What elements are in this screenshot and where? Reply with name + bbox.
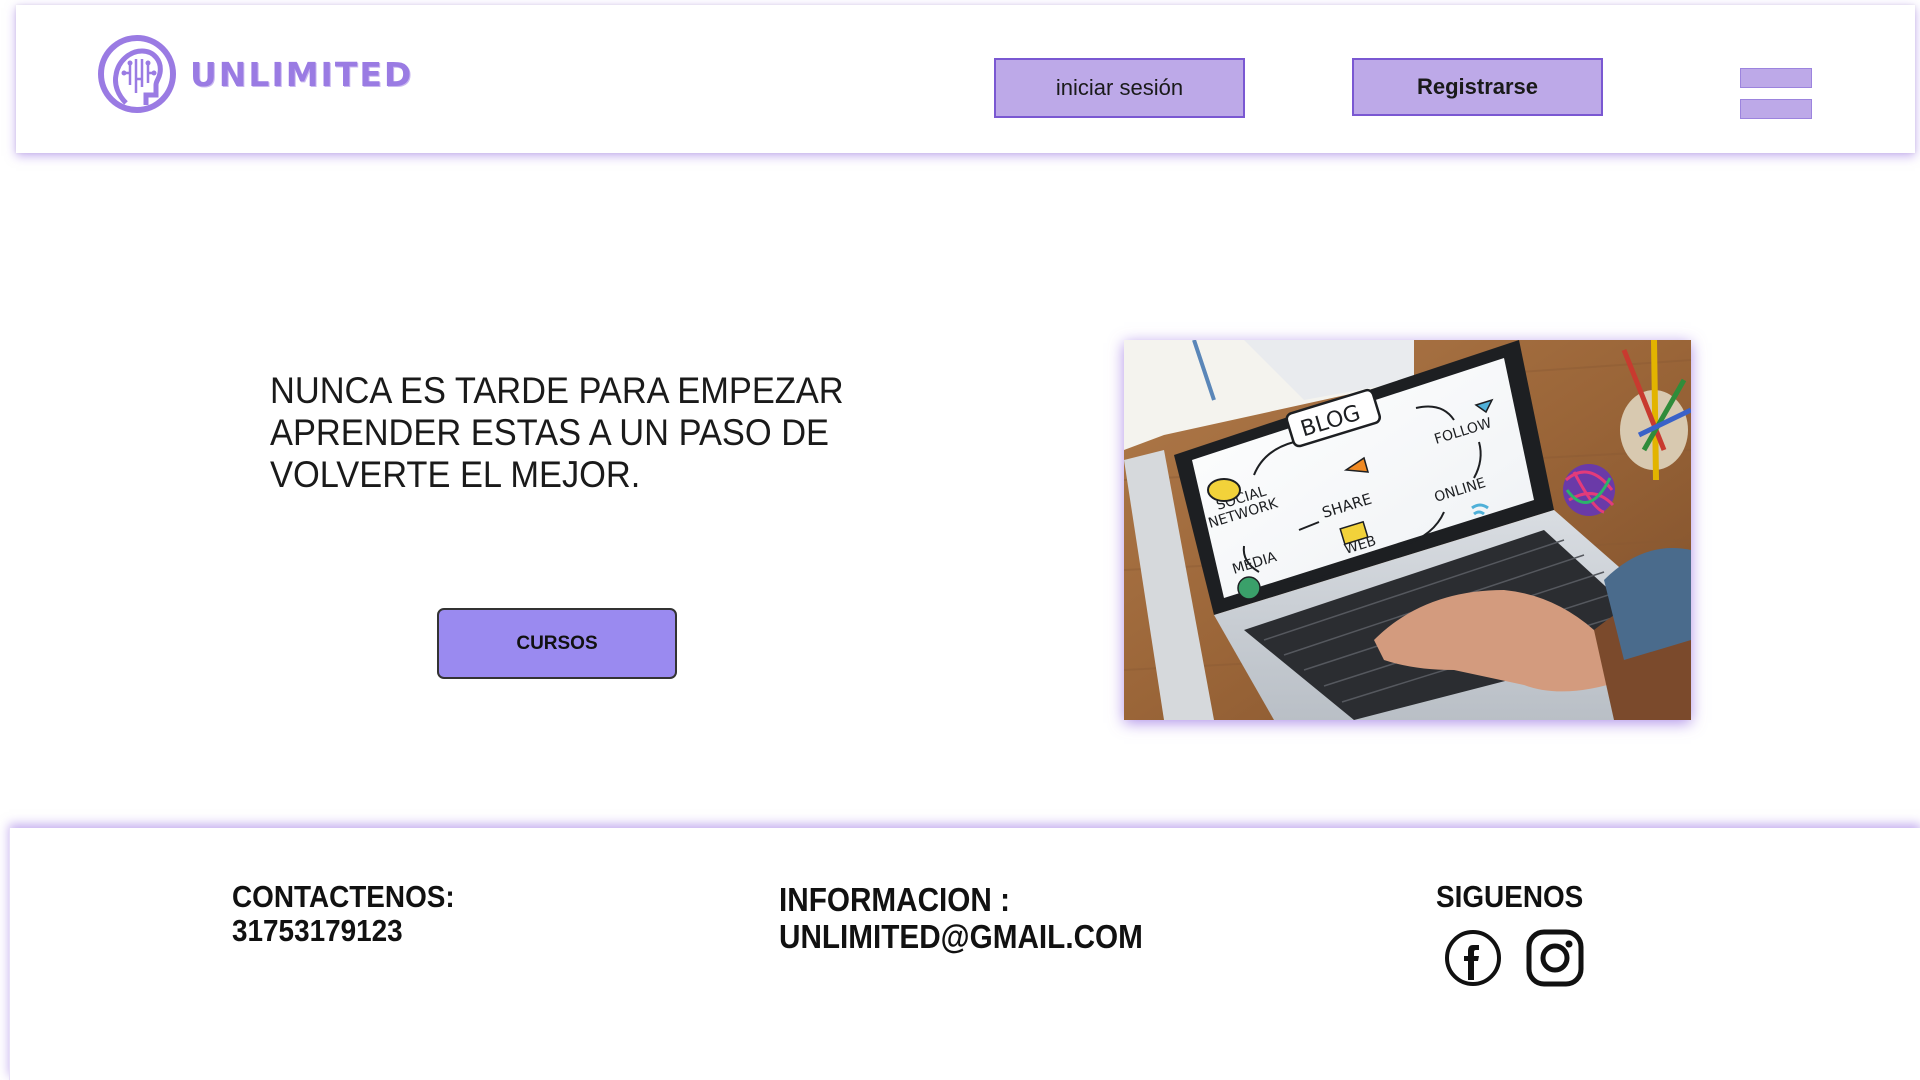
- info-email[interactable]: UNLIMITED@GMAIL.COM: [779, 918, 1143, 955]
- register-button[interactable]: Registrarse: [1352, 58, 1603, 116]
- facebook-icon[interactable]: [1443, 928, 1503, 988]
- contact-title: CONTACTENOS:: [232, 879, 455, 914]
- contact-section: CONTACTENOS: 31753179123: [232, 880, 455, 948]
- brain-head-logo-icon: [98, 35, 176, 113]
- courses-button[interactable]: CURSOS: [437, 608, 677, 679]
- footer: CONTACTENOS: 31753179123 INFORMACION : U…: [9, 828, 1920, 1080]
- hamburger-menu-icon[interactable]: [1740, 68, 1812, 122]
- logo[interactable]: UNLIMITED: [96, 33, 413, 115]
- menu-bar-bottom: [1740, 99, 1812, 119]
- hero-headline: NUNCA ES TARDE PARA EMPEZAR APRENDER EST…: [270, 370, 847, 496]
- login-button[interactable]: iniciar sesión: [994, 58, 1245, 118]
- hero-laptop-blog-image: BLOG FOLLOW SOCIAL NETWORK SHARE ONLINE …: [1124, 340, 1691, 720]
- contact-phone: 31753179123: [232, 913, 403, 948]
- hero-line-2: APRENDER ESTAS A UN PASO DE: [270, 412, 830, 453]
- page: UNLIMITED iniciar sesión Registrarse NUN…: [0, 0, 1920, 1080]
- info-section: INFORMACION : UNLIMITED@GMAIL.COM: [779, 881, 1143, 955]
- hero-line-1: NUNCA ES TARDE PARA EMPEZAR: [270, 370, 844, 411]
- follow-section: SIGUENOS: [1436, 880, 1583, 914]
- brand-name: UNLIMITED: [190, 54, 414, 94]
- info-title: INFORMACION :: [779, 881, 1010, 918]
- instagram-icon[interactable]: [1525, 928, 1585, 988]
- hero-line-3: VOLVERTE EL MEJOR.: [270, 454, 641, 495]
- header: UNLIMITED iniciar sesión Registrarse: [16, 5, 1915, 153]
- menu-bar-top: [1740, 68, 1812, 88]
- follow-title: SIGUENOS: [1436, 879, 1584, 914]
